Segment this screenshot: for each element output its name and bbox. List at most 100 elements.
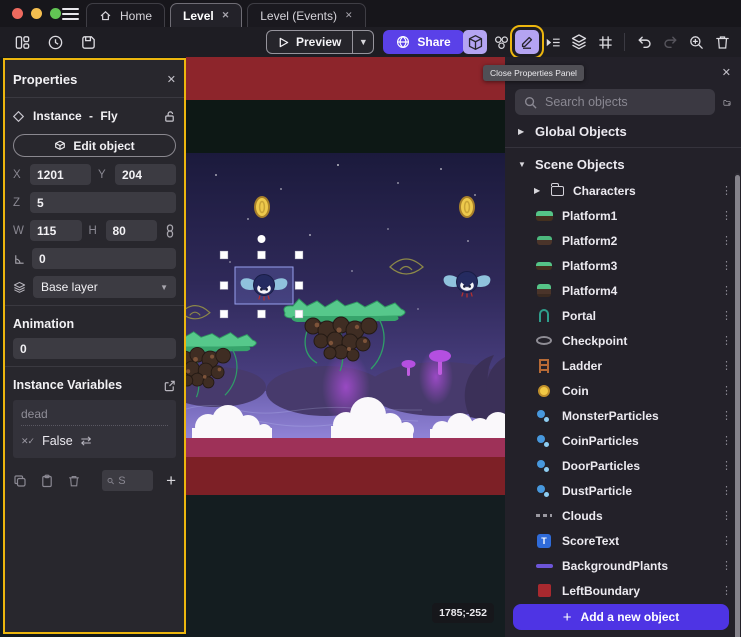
preview-dropdown-button[interactable]: ▼ — [352, 31, 373, 53]
object-item[interactable]: Coin ⋮ — [505, 378, 741, 403]
minimize-window-button[interactable] — [31, 8, 42, 19]
layers-button[interactable] — [567, 30, 591, 54]
grid-button[interactable] — [593, 30, 617, 54]
objects-search-input[interactable] — [545, 95, 706, 109]
history-button[interactable] — [43, 30, 67, 54]
object-item[interactable]: Platform1 ⋮ — [505, 203, 741, 228]
swap-value-icon[interactable]: ⇄ — [81, 433, 92, 449]
layer-select[interactable]: Base layer ▼ — [33, 276, 176, 298]
add-variable-button[interactable]: + — [166, 472, 176, 489]
tab-level-close-icon[interactable]: ✕ — [222, 10, 230, 21]
delete-variable-button[interactable] — [67, 474, 81, 488]
object-item[interactable]: CoinParticles ⋮ — [505, 428, 741, 453]
delete-button[interactable] — [710, 30, 734, 54]
item-menu-icon[interactable]: ⋮ — [721, 284, 732, 297]
objects-close-icon[interactable]: ✕ — [722, 66, 731, 79]
copy-button[interactable] — [13, 474, 27, 488]
item-menu-icon[interactable]: ⋮ — [721, 384, 732, 397]
angle-input[interactable] — [32, 248, 176, 269]
item-menu-icon[interactable]: ⋮ — [721, 234, 732, 247]
preview-button[interactable]: Preview ▼ — [266, 30, 374, 54]
item-menu-icon[interactable]: ⋮ — [721, 434, 732, 447]
item-menu-icon[interactable]: ⋮ — [721, 409, 732, 422]
object-item[interactable]: Platform2 ⋮ — [505, 228, 741, 253]
objects-groups-button[interactable] — [489, 30, 513, 54]
redo-button[interactable] — [658, 30, 682, 54]
object-item[interactable]: Ladder ⋮ — [505, 353, 741, 378]
object-item[interactable]: Checkpoint ⋮ — [505, 328, 741, 353]
variable-value-row[interactable]: ✕✓ False ⇄ — [21, 433, 168, 449]
variable-name[interactable]: dead — [21, 407, 168, 426]
folder-characters[interactable]: ▶ Characters ⋮ — [505, 178, 741, 203]
animation-input[interactable] — [13, 338, 176, 359]
variables-search-input[interactable] — [118, 475, 148, 487]
width-input[interactable] — [30, 220, 82, 241]
item-menu-icon[interactable]: ⋮ — [721, 309, 732, 322]
item-menu-icon[interactable]: ⋮ — [721, 484, 732, 497]
instances-list-button[interactable] — [541, 30, 565, 54]
variable-value: False — [42, 434, 73, 448]
coin-instance[interactable] — [460, 197, 474, 217]
scrollbar-thumb[interactable] — [735, 175, 740, 637]
properties-close-icon[interactable]: ✕ — [167, 73, 176, 86]
item-menu-icon[interactable]: ⋮ — [721, 259, 732, 272]
object-item[interactable]: LeftBoundary ⋮ — [505, 578, 741, 603]
coin-instance[interactable] — [255, 197, 269, 217]
z-input[interactable] — [30, 192, 176, 213]
rotation-handle[interactable] — [258, 235, 266, 243]
y-input[interactable] — [115, 164, 176, 185]
group-scene-objects[interactable]: ▼ Scene Objects — [505, 151, 741, 178]
undo-button[interactable] — [632, 30, 656, 54]
scene-canvas[interactable]: 1785;-252 — [186, 57, 505, 637]
object-item[interactable]: DustParticle ⋮ — [505, 478, 741, 503]
object-item[interactable]: Clouds ⋮ — [505, 503, 741, 528]
x-input[interactable] — [30, 164, 91, 185]
item-menu-icon[interactable]: ⋮ — [721, 334, 732, 347]
toggle-3d-view-button[interactable] — [463, 30, 487, 54]
item-menu-icon[interactable]: ⋮ — [721, 209, 732, 222]
tab-home[interactable]: Home — [86, 3, 165, 27]
tab-level-events[interactable]: Level (Events) ✕ — [247, 3, 365, 27]
panels-layout-button[interactable] — [10, 30, 34, 54]
add-folder-icon[interactable] — [723, 95, 731, 110]
tab-strip: Home Level ✕ Level (Events) ✕ — [86, 3, 366, 27]
object-item[interactable]: Platform3 ⋮ — [505, 253, 741, 278]
close-window-button[interactable] — [12, 8, 23, 19]
item-menu-icon[interactable]: ⋮ — [721, 559, 732, 572]
top-boundary-band[interactable] — [186, 57, 505, 100]
maximize-window-button[interactable] — [50, 8, 61, 19]
objects-search[interactable] — [515, 89, 715, 115]
main-menu-icon[interactable] — [62, 8, 79, 20]
height-input[interactable] — [106, 220, 158, 241]
item-menu-icon[interactable]: ⋮ — [721, 359, 732, 372]
group-global-objects[interactable]: ▶ Global Objects — [505, 118, 741, 145]
tab-level-events-close-icon[interactable]: ✕ — [345, 10, 353, 21]
objects-scrollbar[interactable] — [735, 173, 740, 637]
open-external-icon[interactable] — [163, 379, 176, 392]
item-menu-icon[interactable]: ⋮ — [721, 509, 732, 522]
object-item[interactable]: ScoreText ⋮ — [505, 528, 741, 553]
item-menu-icon[interactable]: ⋮ — [721, 584, 732, 597]
edit-object-button[interactable]: Edit object — [13, 134, 176, 157]
item-menu-icon[interactable]: ⋮ — [721, 184, 732, 197]
object-item[interactable]: DoorParticles ⋮ — [505, 453, 741, 478]
object-item[interactable]: MonsterParticles ⋮ — [505, 403, 741, 428]
bottom-boundary-band[interactable] — [186, 457, 505, 495]
close-properties-panel-button[interactable] — [515, 30, 539, 54]
unlock-icon[interactable] — [163, 110, 176, 123]
tab-level[interactable]: Level ✕ — [170, 3, 242, 27]
item-menu-icon[interactable]: ⋮ — [721, 534, 732, 547]
object-item[interactable]: BackgroundPlants ⋮ — [505, 553, 741, 578]
add-new-object-button[interactable]: + Add a new object — [513, 604, 729, 630]
object-item[interactable]: Portal ⋮ — [505, 303, 741, 328]
variables-search[interactable] — [102, 470, 153, 491]
title-bar: Home Level ✕ Level (Events) ✕ — [0, 0, 741, 27]
lock-ratio-icon[interactable] — [164, 224, 176, 238]
object-item[interactable]: Platform4 ⋮ — [505, 278, 741, 303]
object-label: Platform4 — [562, 284, 721, 298]
item-menu-icon[interactable]: ⋮ — [721, 459, 732, 472]
zoom-in-button[interactable] — [684, 30, 708, 54]
save-button[interactable] — [76, 30, 100, 54]
paste-button[interactable] — [40, 474, 54, 488]
share-button[interactable]: Share — [383, 30, 463, 54]
